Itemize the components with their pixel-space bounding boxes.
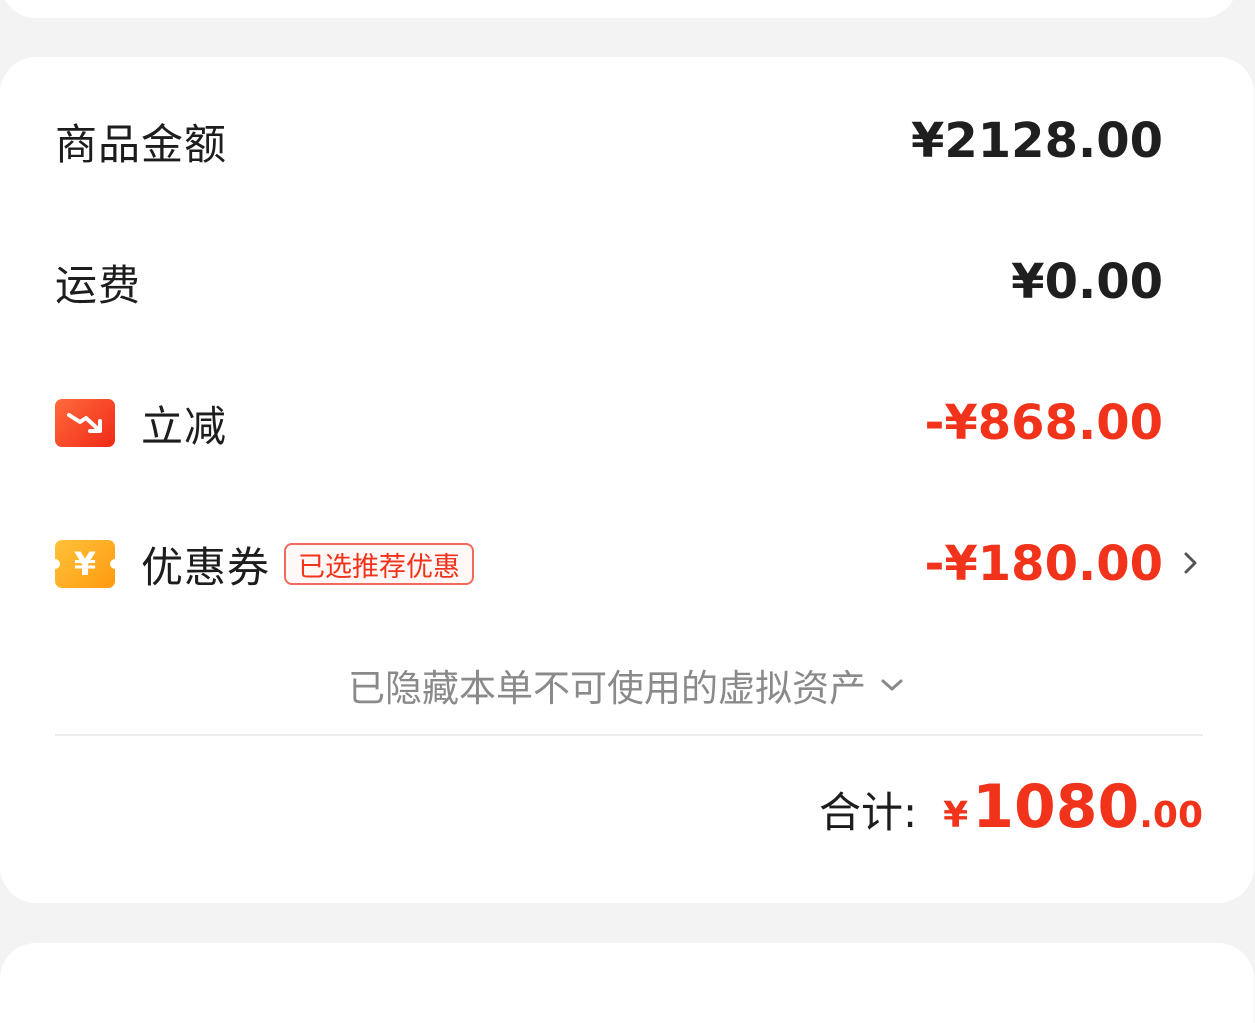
total-label: 合计:	[819, 788, 918, 837]
shipping-row: 运费 ¥0.00	[55, 247, 1163, 317]
total-currency: ¥	[943, 795, 969, 836]
goods-amount-label: 商品金额	[55, 119, 228, 169]
coupon-row[interactable]: ¥ 优惠券 已选推荐优惠 -¥180.00	[50, 529, 1163, 599]
coupon-value: -¥180.00	[924, 536, 1163, 592]
next-card	[0, 943, 1254, 1023]
coupon-label: 优惠券	[141, 542, 271, 592]
previous-card	[0, 0, 1238, 18]
goods-amount-value: ¥2128.00	[910, 113, 1163, 169]
hidden-assets-toggle[interactable]: 已隐藏本单不可使用的虚拟资产	[0, 655, 1254, 715]
chevron-right-icon[interactable]	[1183, 548, 1199, 578]
hidden-assets-text: 已隐藏本单不可使用的虚拟资产	[348, 667, 866, 710]
trend-down-icon	[55, 399, 115, 447]
instant-discount-row: 立减 -¥868.00	[55, 388, 1163, 458]
instant-discount-label: 立减	[141, 401, 228, 451]
divider	[55, 734, 1203, 736]
shipping-value: ¥0.00	[1011, 254, 1163, 310]
chevron-down-icon	[881, 679, 903, 691]
yen-coupon-icon: ¥	[50, 540, 120, 588]
instant-discount-value: -¥868.00	[924, 395, 1163, 451]
total-decimal: .00	[1139, 795, 1203, 836]
goods-amount-row: 商品金额 ¥2128.00	[55, 106, 1163, 176]
shipping-label: 运费	[55, 260, 142, 310]
recommended-discount-tag: 已选推荐优惠	[284, 543, 475, 585]
order-total: 合计: ¥ 1080 .00	[819, 772, 1203, 852]
total-integer: 1080	[972, 772, 1140, 842]
